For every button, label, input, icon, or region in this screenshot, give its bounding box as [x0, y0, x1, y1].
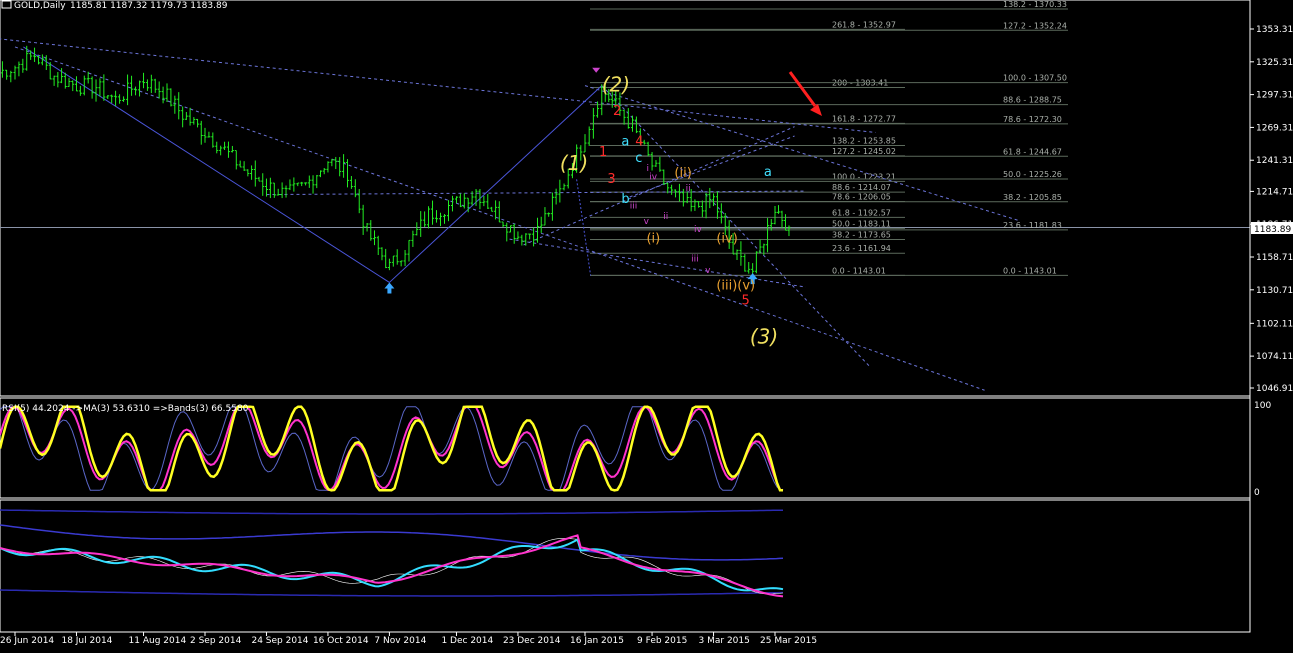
fib-right-label: 100.0 - 1307.50	[1003, 74, 1067, 83]
price-tick-label: 1046.91	[1256, 384, 1293, 394]
wave-label: 1	[599, 145, 607, 160]
date-tick-label: 24 Sep 2014	[251, 636, 308, 646]
wave-label: 4	[635, 134, 643, 149]
fib-right-label: 38.2 - 1205.85	[1003, 193, 1062, 202]
wave-label: v	[705, 266, 711, 276]
price-tick-label: 1102.11	[1256, 319, 1293, 329]
date-tick-label: 2 Sep 2014	[190, 636, 242, 646]
date-tick-label: 23 Dec 2014	[503, 636, 561, 646]
fib-right-label: 78.6 - 1272.30	[1003, 115, 1062, 124]
fib-right-label: 23.6 - 1181.83	[1003, 221, 1062, 230]
chart-window: 261.8 - 1352.97200 - 1303.41161.8 - 1272…	[0, 0, 1293, 646]
wave-label: ii	[663, 212, 668, 222]
fib-left-label: 127.2 - 1245.02	[832, 147, 896, 156]
wave-label: b	[621, 192, 629, 207]
ohlc-readout: 1185.81 1187.32 1179.73 1183.89	[70, 1, 228, 11]
date-tick-label: 16 Jan 2015	[570, 636, 624, 646]
date-tick-label: 9 Feb 2015	[637, 636, 687, 646]
fib-right-label: 0.0 - 1143.01	[1003, 266, 1057, 275]
price-tick-label: 1353.31	[1256, 25, 1293, 35]
current-price-label: 1183.89	[1254, 225, 1291, 235]
wave-label: (2)	[602, 72, 630, 96]
price-tick-label: 1297.31	[1256, 91, 1293, 101]
wave-label: (i)	[646, 232, 660, 247]
wave-label: (ii)	[674, 166, 691, 181]
fib-left-label: 100.0 - 1223.21	[832, 172, 896, 181]
fib-left-label: 23.6 - 1161.94	[832, 244, 891, 253]
date-tick-label: 7 Nov 2014	[374, 636, 426, 646]
price-tick-label: 1130.71	[1256, 286, 1293, 296]
current-price-tag: 1183.89	[1251, 222, 1293, 235]
date-tick-label: 16 Oct 2014	[313, 636, 369, 646]
price-tick-label: 1269.31	[1256, 123, 1293, 133]
wave-label: a	[764, 165, 772, 180]
price-tick-label: 1074.11	[1256, 352, 1293, 362]
price-tick-label: 1241.31	[1256, 156, 1293, 166]
wave-label: 3	[607, 172, 615, 187]
date-tick-label: 26 Jun 2014	[0, 636, 54, 646]
chart-header: GOLD,Daily 1185.81 1187.32 1179.73 1183.…	[1, 0, 228, 11]
wave-label: (1)	[560, 151, 588, 175]
wave-label: i	[646, 164, 649, 174]
fib-left-label: 61.8 - 1192.57	[832, 208, 891, 217]
fib-left-label: 161.8 - 1272.77	[832, 114, 896, 123]
fib-right-label: 138.2 - 1370.33	[1003, 0, 1067, 9]
rsi-title: RSI(5) 44.2024 ->MA(3) 53.6310 =>Bands(3…	[2, 404, 249, 414]
date-tick-label: 18 Jul 2014	[61, 636, 112, 646]
fib-right-label: 127.2 - 1352.24	[1003, 21, 1067, 30]
fib-left-label: 50.0 - 1183.11	[832, 219, 891, 228]
wave-label: (iii)(v)	[716, 278, 755, 293]
fib-right-label: 50.0 - 1225.26	[1003, 170, 1062, 179]
wave-label: iv	[694, 225, 703, 235]
fib-right-label: 88.6 - 1288.75	[1003, 96, 1062, 105]
wave-label: 5	[741, 294, 749, 309]
wave-label: iii	[691, 254, 699, 264]
fib-right-label: 61.8 - 1244.67	[1003, 147, 1062, 156]
fib-left-label: 261.8 - 1352.97	[832, 20, 896, 29]
symbol-label: GOLD,Daily	[14, 1, 66, 11]
wave-label: (iv)	[716, 232, 737, 247]
date-tick-label: 1 Dec 2014	[441, 636, 493, 646]
price-tick-label: 1158.71	[1256, 253, 1293, 263]
price-tick-label: 1325.31	[1256, 58, 1293, 68]
fib-left-label: 38.2 - 1173.65	[832, 231, 891, 240]
oscillator-panel-frame	[0, 499, 1251, 633]
fib-left-label: 0.0 - 1143.01	[832, 266, 886, 275]
fib-left-label: 138.2 - 1253.85	[832, 137, 896, 146]
wave-label: ii	[686, 184, 691, 194]
price-tick-label: 1214.71	[1256, 187, 1293, 197]
wave-label: c	[635, 151, 642, 166]
wave-label: a	[621, 134, 629, 149]
date-tick-label: 25 Mar 2015	[760, 636, 817, 646]
rsi-tick-label: 0	[1254, 488, 1260, 498]
fib-left-label: 78.6 - 1206.05	[832, 193, 891, 202]
date-tick-label: 11 Aug 2014	[129, 636, 187, 646]
wave-label: v	[644, 217, 650, 227]
wave-label: iv	[649, 172, 658, 182]
wave-label: (3)	[750, 324, 778, 348]
fib-left-label: 88.6 - 1214.07	[832, 183, 891, 192]
wave-label: 2	[613, 104, 621, 119]
wave-label: iii	[630, 202, 638, 212]
rsi-tick-label: 100	[1254, 401, 1271, 411]
date-tick-label: 3 Mar 2015	[699, 636, 750, 646]
